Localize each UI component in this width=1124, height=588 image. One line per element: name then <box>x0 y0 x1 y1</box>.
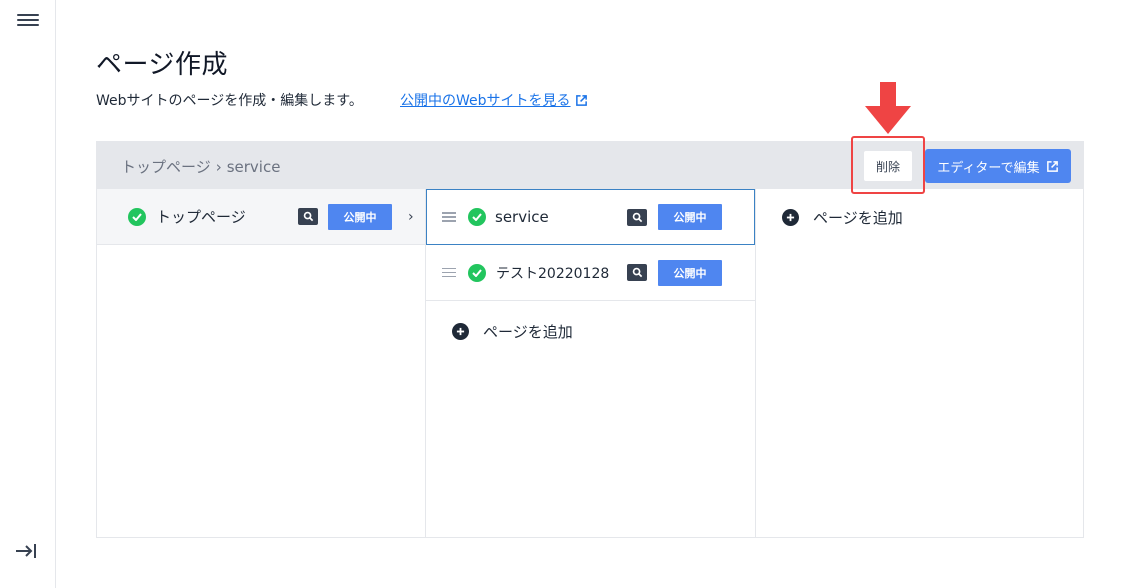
page-column-level-1: トップページ 公開中 › <box>97 189 426 537</box>
edit-in-editor-button[interactable]: エディターで編集 <box>925 149 1071 183</box>
side-rail <box>0 0 56 588</box>
page-row-label: トップページ <box>156 208 246 226</box>
add-page-label: ページを追加 <box>483 322 573 341</box>
chevron-right-icon[interactable]: › <box>408 209 414 225</box>
add-page-label: ページを追加 <box>813 208 903 227</box>
status-badge: 公開中 <box>328 203 392 230</box>
published-check-icon <box>128 207 146 226</box>
annotation-arrow-icon <box>865 82 911 134</box>
page-row-test[interactable]: テスト20220128 公開中 <box>426 245 755 301</box>
page-title: ページ作成 <box>96 50 228 80</box>
breadcrumb-item-top[interactable]: トップページ <box>121 158 211 176</box>
add-page-button[interactable]: ページを追加 <box>426 301 755 361</box>
external-link-icon <box>1046 160 1058 172</box>
page-row-service[interactable]: service 公開中 <box>426 189 755 245</box>
breadcrumb-item-current: service <box>226 158 281 176</box>
preview-search-icon[interactable] <box>627 264 647 281</box>
breadcrumb-separator: › <box>215 158 222 176</box>
hamburger-menu-icon[interactable] <box>17 11 39 29</box>
page-column-level-2: service 公開中 テスト20220128 公開中 ページを追加 <box>426 189 756 537</box>
drag-handle-icon[interactable] <box>442 212 456 222</box>
drag-handle-icon[interactable] <box>442 267 456 278</box>
page-tree-panel: トップページ › service 削除 エディターで編集 トップページ 公開中 › <box>96 141 1084 538</box>
edit-in-editor-label: エディターで編集 <box>937 160 1040 176</box>
expand-sidebar-icon[interactable] <box>14 542 40 562</box>
preview-search-icon[interactable] <box>298 208 318 225</box>
external-link-icon <box>575 95 587 106</box>
add-page-button[interactable]: ページを追加 <box>756 189 1083 245</box>
delete-button[interactable]: 削除 <box>863 150 913 182</box>
page-column-level-3: ページを追加 <box>756 189 1083 537</box>
status-badge: 公開中 <box>658 259 722 286</box>
published-check-icon <box>468 263 486 282</box>
page-row-label: service <box>495 208 549 226</box>
plus-circle-icon <box>452 322 469 340</box>
published-check-icon <box>468 208 486 226</box>
breadcrumb: トップページ › service <box>121 156 280 177</box>
page-row-top[interactable]: トップページ 公開中 › <box>97 189 425 245</box>
view-public-site-label: 公開中のWebサイトを見る <box>400 93 571 109</box>
view-public-site-link[interactable]: 公開中のWebサイトを見る <box>400 90 588 110</box>
page-row-label: テスト20220128 <box>496 265 610 282</box>
preview-search-icon[interactable] <box>627 208 647 226</box>
page-description: Webサイトのページを作成・編集します。 <box>96 93 363 109</box>
plus-circle-icon <box>782 208 799 226</box>
status-badge: 公開中 <box>658 204 722 230</box>
panel-toolbar: トップページ › service 削除 エディターで編集 <box>97 142 1083 189</box>
